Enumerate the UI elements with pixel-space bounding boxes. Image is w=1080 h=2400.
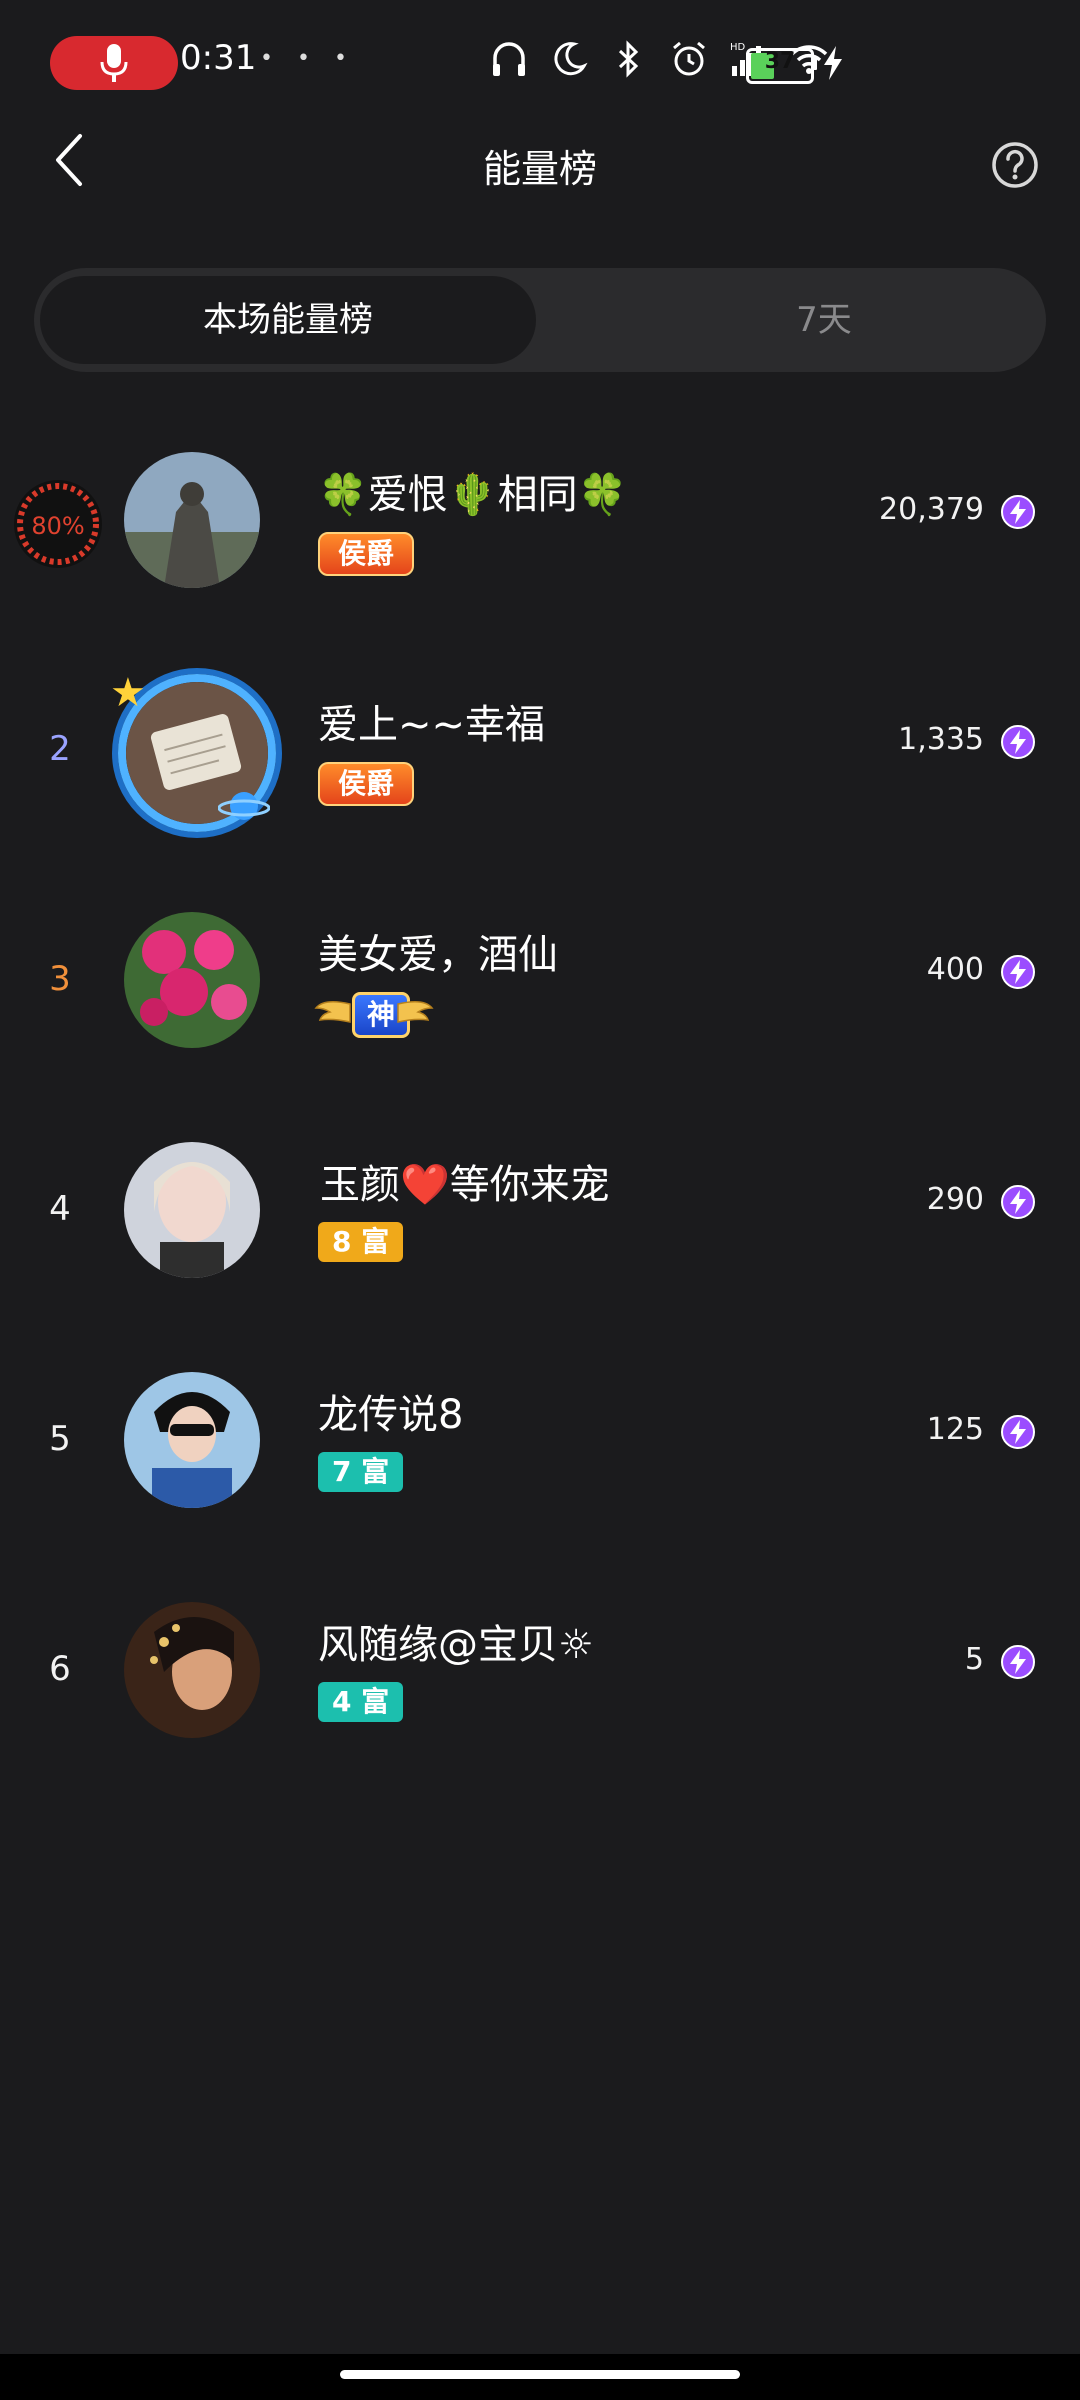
rank-number: 4 <box>49 1189 71 1229</box>
star-decoration-icon: ★ <box>110 670 146 716</box>
charging-icon <box>824 46 842 80</box>
list-item[interactable]: 3 神 美女爱，酒仙 400 <box>0 900 1080 1130</box>
energy-lightning-icon <box>1001 495 1035 529</box>
energy-ranking-list: 80% 🍀爱恨🌵相同🍀 侯爵 20,379 2 ★ 爱上~~幸福 侯爵 1,33… <box>0 440 1080 1820</box>
notification-icon: • <box>333 46 347 71</box>
planet-decoration-icon <box>218 792 270 820</box>
energy-lightning-icon <box>1001 1415 1035 1449</box>
wealth-level-badge: 4 富 <box>318 1682 404 1722</box>
wealth-level-badge: 8 富 <box>318 1222 404 1262</box>
user-name: 美女爱，酒仙 <box>318 932 558 978</box>
recording-indicator[interactable] <box>50 36 178 90</box>
page-title: 能量榜 <box>482 147 597 191</box>
list-item[interactable]: 6 风随缘@宝贝☼ 4 富 5 <box>0 1590 1080 1820</box>
moon-icon <box>554 42 588 76</box>
user-name: 玉颜❤️等你来宠 <box>320 1162 610 1208</box>
energy-score: 20,379 <box>879 492 984 527</box>
tab-7-days[interactable]: 7天 <box>574 276 1074 364</box>
notification-icons: • • • <box>260 46 347 71</box>
avatar[interactable] <box>124 912 260 1048</box>
status-time: 0:31 <box>180 38 257 78</box>
user-name: 🍀爱恨🌵相同🍀 <box>318 472 628 518</box>
energy-score: 400 <box>926 952 984 987</box>
list-item[interactable]: 80% 🍀爱恨🌵相同🍀 侯爵 20,379 <box>0 440 1080 670</box>
energy-lightning-icon <box>1001 955 1035 989</box>
status-bar: 0:31 • • • HD 37 <box>0 0 1080 128</box>
help-icon[interactable] <box>990 140 1040 190</box>
list-item[interactable]: 2 ★ 爱上~~幸福 侯爵 1,335 <box>0 670 1080 900</box>
wealth-level-badge: 7 富 <box>318 1452 404 1492</box>
tab-current-session[interactable]: 本场能量榜 <box>40 276 536 364</box>
energy-score: 5 <box>964 1642 984 1677</box>
alarm-icon <box>673 41 705 76</box>
energy-score: 125 <box>926 1412 984 1447</box>
user-name: 风随缘@宝贝☼ <box>318 1622 594 1668</box>
energy-lightning-icon <box>1001 1645 1035 1679</box>
rank-number: 5 <box>49 1419 71 1459</box>
energy-score: 1,335 <box>898 722 984 757</box>
energy-lightning-icon <box>1001 1185 1035 1219</box>
energy-lightning-icon <box>1001 725 1035 759</box>
left-wing-icon <box>314 1001 351 1023</box>
battery-tip <box>811 56 817 70</box>
user-name: 爱上~~幸福 <box>318 702 546 748</box>
noble-rank-badge: 侯爵 <box>318 762 415 806</box>
rank-number: 6 <box>49 1649 71 1689</box>
energy-score: 290 <box>926 1182 984 1217</box>
home-indicator[interactable] <box>340 2370 740 2379</box>
notification-icon: • <box>296 46 310 71</box>
avatar[interactable] <box>124 452 260 588</box>
progress-ring: 80% <box>14 480 102 568</box>
list-item[interactable]: 5 龙传说8 7 富 125 <box>0 1360 1080 1590</box>
bluetooth-icon <box>618 40 639 78</box>
avatar[interactable] <box>124 1142 260 1278</box>
rank-number: 2 <box>49 729 71 769</box>
microphone-icon <box>100 44 128 82</box>
user-name: 龙传说8 <box>318 1392 464 1438</box>
battery-level: 37 <box>764 49 796 74</box>
noble-rank-badge: 侯爵 <box>318 532 415 576</box>
avatar[interactable] <box>124 1602 260 1738</box>
right-wing-icon <box>397 1001 434 1023</box>
battery-icon: 37 <box>746 48 814 84</box>
list-item[interactable]: 4 玉颜❤️等你来宠 8 富 290 <box>0 1130 1080 1360</box>
svg-text:HD: HD <box>730 42 746 53</box>
avatar[interactable] <box>124 1372 260 1508</box>
progress-label: 80% <box>31 512 84 540</box>
rank-number: 3 <box>49 959 71 999</box>
notification-icon: • <box>260 46 273 71</box>
headphones-icon <box>493 42 525 76</box>
leaderboard-tabs: 本场能量榜 7天 <box>34 268 1046 372</box>
